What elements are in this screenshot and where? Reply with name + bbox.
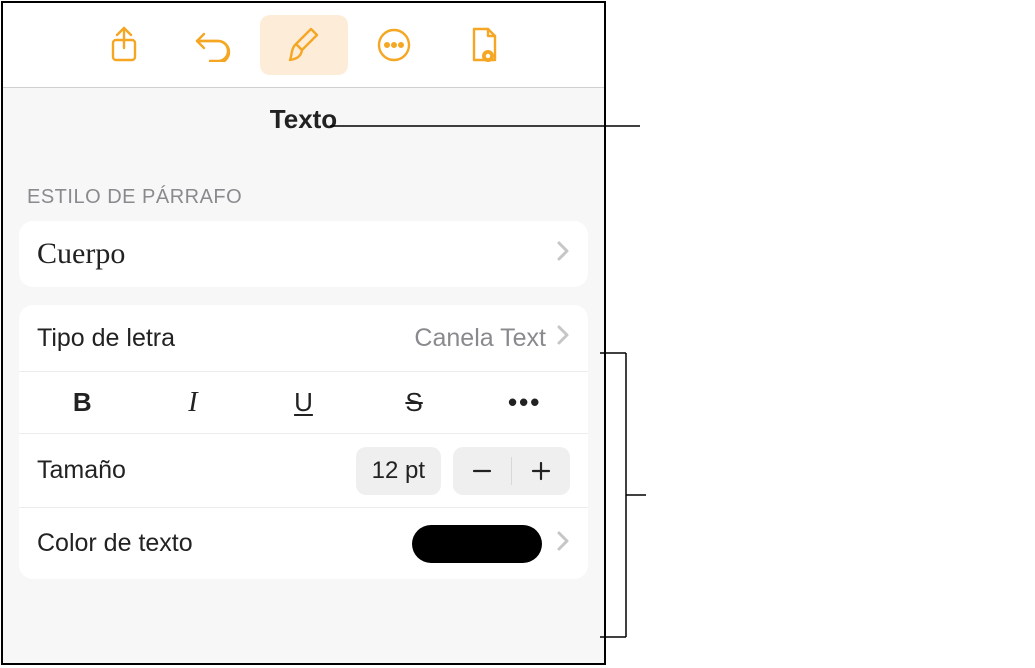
paragraph-style-card: Cuerpo xyxy=(19,221,588,287)
document-view-icon xyxy=(468,26,500,64)
bold-button[interactable]: B xyxy=(27,377,138,428)
font-family-row[interactable]: Tipo de letra Canela Text xyxy=(19,305,588,371)
text-color-row[interactable]: Color de texto xyxy=(19,507,588,579)
font-family-label: Tipo de letra xyxy=(37,324,414,353)
font-size-label: Tamaño xyxy=(37,456,356,485)
format-button[interactable] xyxy=(260,15,348,75)
minus-icon xyxy=(471,460,493,482)
paragraph-style-row[interactable]: Cuerpo xyxy=(19,221,588,287)
underline-button[interactable]: U xyxy=(248,377,359,428)
share-button[interactable] xyxy=(80,15,168,75)
chevron-right-icon xyxy=(556,240,570,268)
font-size-stepper xyxy=(453,447,570,495)
more-text-options-button[interactable]: ••• xyxy=(469,377,580,428)
increase-size-button[interactable] xyxy=(512,447,570,495)
format-paintbrush-icon xyxy=(287,26,321,64)
undo-icon xyxy=(194,28,234,62)
text-color-label: Color de texto xyxy=(37,529,412,558)
paragraph-style-value: Cuerpo xyxy=(37,237,556,271)
inspector-tab-row: Texto xyxy=(3,88,604,150)
more-actions-button[interactable] xyxy=(350,15,438,75)
paragraph-style-section-label: ESTILO DE PÁRRAFO xyxy=(3,150,604,217)
format-inspector-panel: Texto ESTILO DE PÁRRAFO Cuerpo Tipo de l… xyxy=(1,1,606,665)
undo-button[interactable] xyxy=(170,15,258,75)
decrease-size-button[interactable] xyxy=(453,447,511,495)
font-size-value[interactable]: 12 pt xyxy=(356,447,441,495)
text-style-buttons-row: B I U S ••• xyxy=(19,371,588,433)
plus-icon xyxy=(530,460,552,482)
tab-text[interactable]: Texto xyxy=(270,104,337,135)
strikethrough-button[interactable]: S xyxy=(359,377,470,428)
font-settings-card: Tipo de letra Canela Text B I U S ••• Ta… xyxy=(19,305,588,579)
callout-leader-2 xyxy=(600,352,646,638)
document-view-button[interactable] xyxy=(440,15,528,75)
font-size-row: Tamaño 12 pt xyxy=(19,433,588,507)
more-icon xyxy=(376,27,412,63)
text-color-swatch[interactable] xyxy=(412,525,542,563)
share-icon xyxy=(109,26,139,64)
inspector-toolbar xyxy=(3,3,604,88)
chevron-right-icon xyxy=(556,324,570,352)
font-family-value: Canela Text xyxy=(414,324,546,353)
italic-button[interactable]: I xyxy=(138,377,249,429)
chevron-right-icon xyxy=(556,530,570,558)
